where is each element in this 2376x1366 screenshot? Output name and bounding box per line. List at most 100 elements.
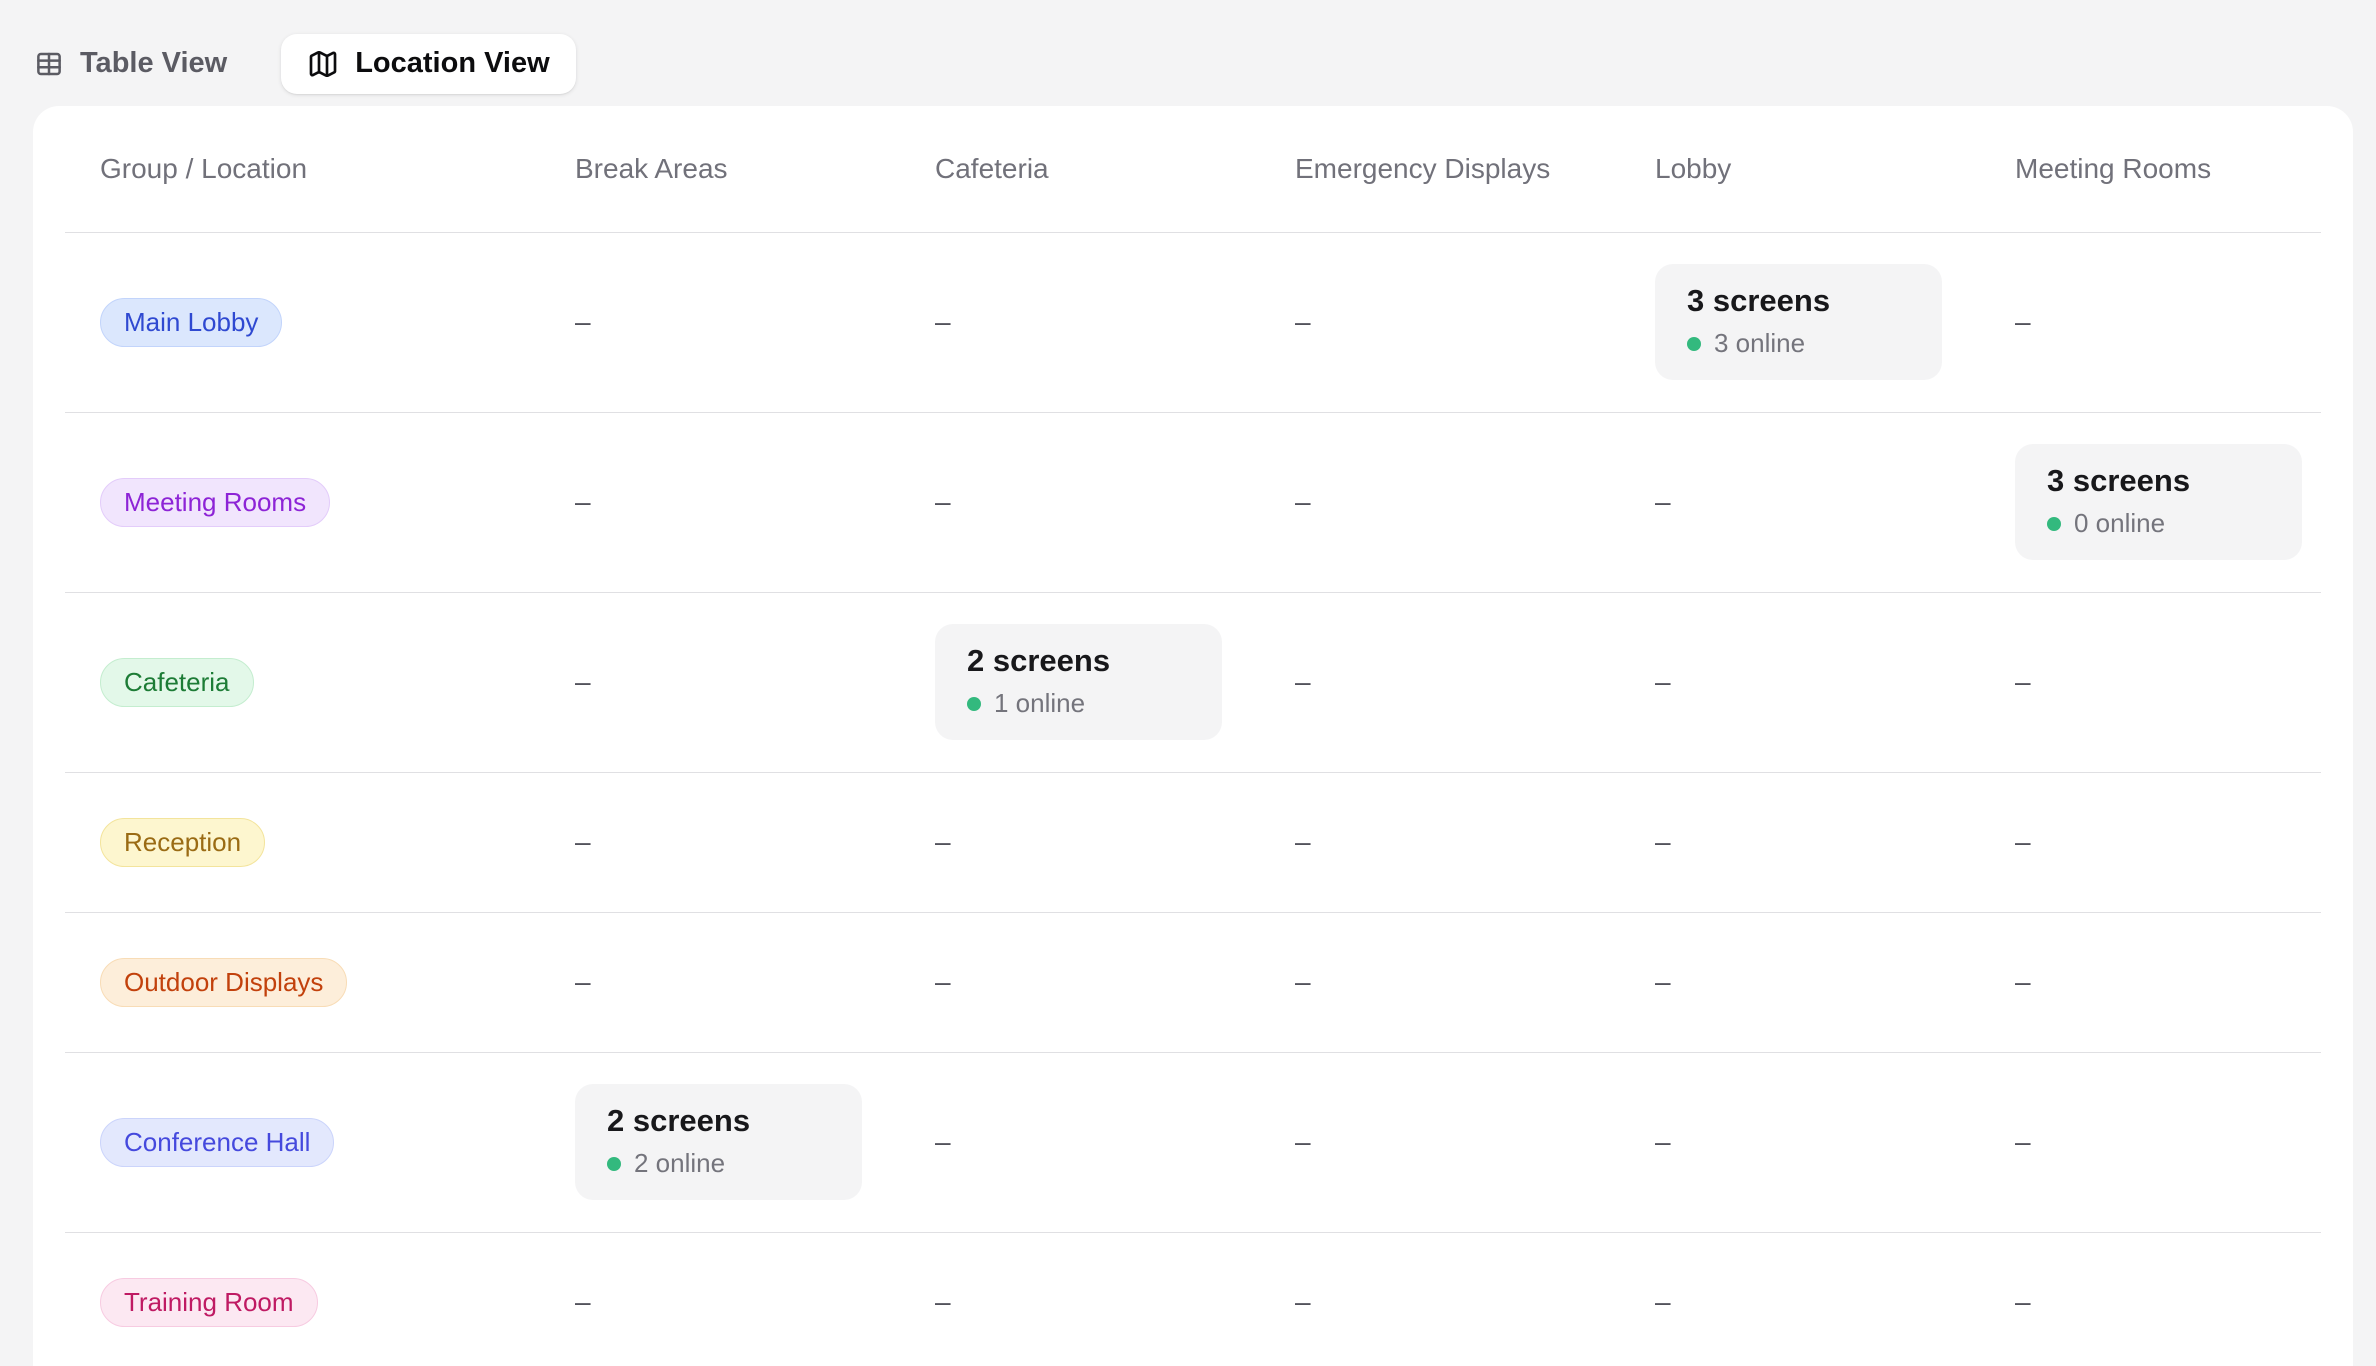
location-cell: – — [900, 412, 1260, 592]
group-pill[interactable]: Cafeteria — [100, 658, 254, 707]
location-cell: 3 screens3 online — [1620, 232, 1980, 412]
online-status: 1 online — [967, 689, 1190, 719]
location-cell: – — [1620, 1052, 1980, 1232]
location-cell: – — [540, 592, 900, 772]
location-cell: – — [900, 1052, 1260, 1232]
green-dot-icon — [1687, 337, 1701, 351]
empty-cell-dash: – — [2015, 966, 2031, 997]
empty-cell-dash: – — [1655, 666, 1671, 697]
location-cell: – — [1980, 232, 2321, 412]
empty-cell-dash: – — [2015, 306, 2031, 337]
empty-cell-dash: – — [1295, 306, 1311, 337]
location-cell: 2 screens1 online — [900, 592, 1260, 772]
empty-cell-dash: – — [1655, 1126, 1671, 1157]
online-count: 1 online — [994, 689, 1085, 719]
screens-count: 2 screens — [607, 1103, 830, 1139]
location-cell: – — [1260, 592, 1620, 772]
table-row: Training Room––––– — [65, 1232, 2321, 1366]
column-header: Lobby — [1620, 106, 1980, 232]
table-row: Conference Hall 2 screens 2 online – – – – — [65, 1052, 2321, 1232]
location-cell: – — [540, 1232, 900, 1366]
column-header: Group / Location — [65, 106, 540, 232]
location-cell: – — [1620, 1232, 1980, 1366]
location-cell: – — [1620, 912, 1980, 1052]
table-row: Cafeteria – 2 screens1 online – – – — [65, 592, 2321, 772]
column-header: Cafeteria — [900, 106, 1260, 232]
empty-cell-dash: – — [935, 1286, 951, 1317]
location-cell: – — [1980, 912, 2321, 1052]
location-cell: – — [900, 912, 1260, 1052]
empty-cell-dash: – — [935, 826, 951, 857]
group-pill[interactable]: Main Lobby — [100, 298, 282, 347]
location-cell: 3 screens0 online — [1980, 412, 2321, 592]
column-header: Meeting Rooms — [1980, 106, 2321, 232]
empty-cell-dash: – — [2015, 666, 2031, 697]
empty-cell-dash: – — [1295, 666, 1311, 697]
online-count: 2 online — [634, 1149, 725, 1179]
online-count: 0 online — [2074, 509, 2165, 539]
empty-cell-dash: – — [1295, 966, 1311, 997]
location-cell: 2 screens 2 online — [540, 1052, 900, 1232]
location-cell: – — [1260, 232, 1620, 412]
empty-cell-dash: – — [1655, 826, 1671, 857]
empty-cell-dash: – — [1655, 966, 1671, 997]
group-pill[interactable]: Outdoor Displays — [100, 958, 347, 1007]
location-cell: – — [1620, 592, 1980, 772]
online-status: 2 online — [607, 1149, 830, 1179]
table-row: Main Lobby–––3 screens3 online– — [65, 232, 2321, 412]
location-cell: – — [1980, 772, 2321, 912]
empty-cell-dash: – — [575, 666, 591, 697]
empty-cell-dash: – — [2015, 1126, 2031, 1157]
empty-cell-dash: – — [1295, 486, 1311, 517]
location-cell: – — [1260, 1232, 1620, 1366]
screens-card[interactable]: 2 screens 2 online — [575, 1084, 862, 1201]
location-view-button[interactable]: Location View — [281, 34, 575, 94]
table-view-label: Table View — [80, 49, 227, 78]
empty-cell-dash: – — [935, 1126, 951, 1157]
location-cell: – — [900, 772, 1260, 912]
empty-cell-dash: – — [1295, 1126, 1311, 1157]
group-pill[interactable]: Meeting Rooms — [100, 478, 330, 527]
green-dot-icon — [2047, 517, 2061, 531]
table-row: Meeting Rooms – – – – 3 screens0 online — [65, 412, 2321, 592]
empty-cell-dash: – — [935, 966, 951, 997]
location-matrix-table: Group / LocationBreak AreasCafeteriaEmer… — [65, 106, 2321, 1366]
screens-card[interactable]: 3 screens3 online — [1655, 264, 1942, 381]
location-cell: – — [540, 772, 900, 912]
location-matrix-panel: Group / LocationBreak AreasCafeteriaEmer… — [33, 106, 2353, 1366]
location-cell: – — [540, 912, 900, 1052]
empty-cell-dash: – — [935, 486, 951, 517]
group-cell: Main Lobby — [65, 232, 540, 412]
location-cell: – — [540, 412, 900, 592]
screens-card[interactable]: 3 screens0 online — [2015, 444, 2302, 561]
group-pill[interactable]: Conference Hall — [100, 1118, 334, 1167]
group-cell: Cafeteria — [65, 592, 540, 772]
matrix-body: Main Lobby–––3 screens3 online–Meeting R… — [65, 232, 2321, 1366]
table-view-button[interactable]: Table View — [34, 35, 253, 93]
group-pill[interactable]: Training Room — [100, 1278, 318, 1327]
location-cell: – — [1980, 1232, 2321, 1366]
green-dot-icon — [607, 1157, 621, 1171]
group-pill[interactable]: Reception — [100, 818, 265, 867]
location-cell: – — [1260, 772, 1620, 912]
empty-cell-dash: – — [1655, 486, 1671, 517]
location-view-label: Location View — [355, 49, 549, 78]
table-row: Reception – – – – – — [65, 772, 2321, 912]
empty-cell-dash: – — [1295, 826, 1311, 857]
group-cell: Training Room — [65, 1232, 540, 1366]
location-cell: – — [1260, 412, 1620, 592]
screens-card[interactable]: 2 screens1 online — [935, 624, 1222, 741]
empty-cell-dash: – — [2015, 826, 2031, 857]
green-dot-icon — [967, 697, 981, 711]
column-header: Break Areas — [540, 106, 900, 232]
online-status: 0 online — [2047, 509, 2270, 539]
location-cell: – — [1980, 1052, 2321, 1232]
empty-cell-dash: – — [575, 966, 591, 997]
empty-cell-dash: – — [575, 1286, 591, 1317]
empty-cell-dash: – — [575, 486, 591, 517]
location-cell: – — [540, 232, 900, 412]
location-cell: – — [1980, 592, 2321, 772]
location-cell: – — [1620, 412, 1980, 592]
screens-count: 3 screens — [1687, 283, 1910, 319]
empty-cell-dash: – — [1295, 1286, 1311, 1317]
